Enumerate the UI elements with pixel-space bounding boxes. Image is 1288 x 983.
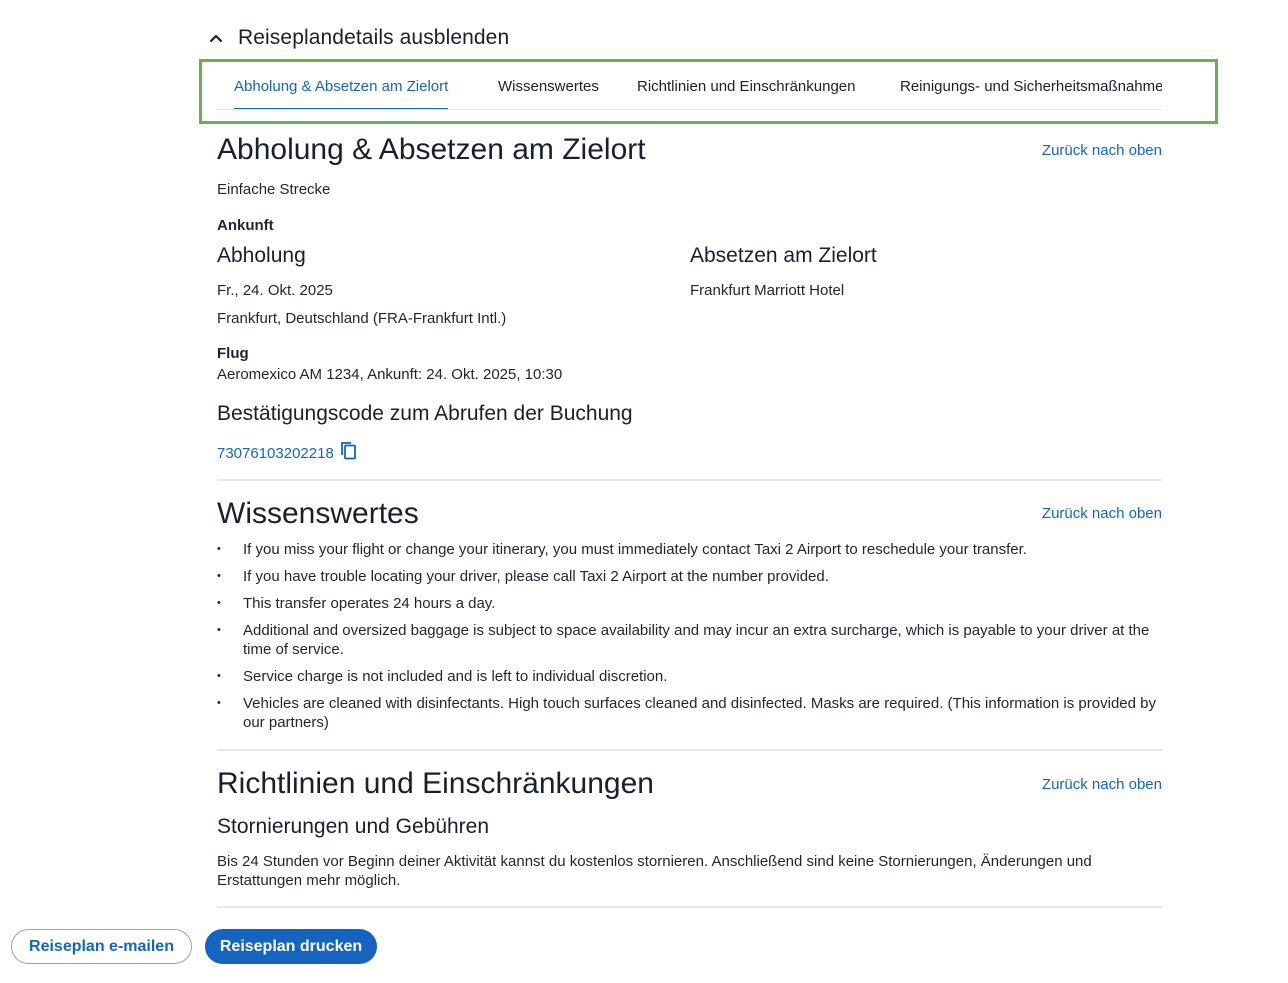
section-title-knowledge: Wissenswertes	[217, 497, 419, 530]
tab-cleaning-safety[interactable]: Reinigungs- und Sicherheitsmaßnahmen	[900, 64, 1162, 109]
arrival-label: Ankunft	[217, 217, 274, 234]
tab-pickup-dropoff[interactable]: Abholung & Absetzen am Zielort	[234, 64, 449, 109]
back-to-top-link[interactable]: Zurück nach oben	[1042, 505, 1162, 522]
section-title-transfer: Abholung & Absetzen am Zielort	[217, 133, 646, 166]
section-title-policies: Richtlinien und Einschränkungen	[217, 767, 654, 800]
back-to-top-link[interactable]: Zurück nach oben	[1042, 776, 1162, 793]
copy-icon[interactable]	[340, 441, 358, 465]
cancellation-policy-text: Bis 24 Stunden vor Beginn deiner Aktivit…	[217, 853, 1092, 889]
list-item: Service charge is not included and is le…	[217, 667, 1162, 686]
tab-policies[interactable]: Richtlinien und Einschränkungen	[637, 64, 855, 109]
chevron-up-icon	[208, 30, 224, 46]
section-divider	[217, 906, 1162, 908]
email-itinerary-button[interactable]: Reiseplan e-mailen	[11, 929, 192, 964]
pickup-heading: Abholung	[217, 244, 306, 267]
section-divider	[217, 749, 1162, 751]
section-tabs: Abholung & Absetzen am Zielort Wissenswe…	[217, 64, 1162, 110]
list-item: Vehicles are cleaned with disinfectants.…	[217, 694, 1162, 732]
print-itinerary-button[interactable]: Reiseplan drucken	[205, 929, 377, 964]
knowledge-list: If you miss your flight or change your i…	[217, 540, 1162, 740]
pickup-location: Frankfurt, Deutschland (FRA-Frankfurt In…	[217, 310, 507, 327]
flight-info: Aeromexico AM 1234, Ankunft: 24. Okt. 20…	[217, 366, 563, 383]
list-item: Additional and oversized baggage is subj…	[217, 621, 1162, 659]
itinerary-details-toggle[interactable]: Reiseplandetails ausblenden	[208, 24, 509, 52]
confirmation-code[interactable]: 73076103202218	[217, 445, 334, 462]
trip-type: Einfache Strecke	[217, 181, 331, 198]
section-divider	[217, 479, 1162, 481]
list-item: If you have trouble locating your driver…	[217, 567, 1162, 586]
pickup-date: Fr., 24. Okt. 2025	[217, 282, 333, 299]
cancellation-heading: Stornierungen und Gebühren	[217, 815, 490, 838]
confirmation-heading: Bestätigungscode zum Abrufen der Buchung	[217, 402, 633, 425]
list-item: This transfer operates 24 hours a day.	[217, 594, 1162, 613]
flight-label: Flug	[217, 345, 249, 362]
confirmation-code-row: 73076103202218	[217, 441, 358, 465]
itinerary-details-toggle-label: Reiseplandetails ausblenden	[238, 26, 510, 49]
back-to-top-link[interactable]: Zurück nach oben	[1042, 142, 1162, 159]
list-item: If you miss your flight or change your i…	[217, 540, 1162, 559]
dropoff-heading: Absetzen am Zielort	[690, 244, 877, 267]
tab-knowledge[interactable]: Wissenswertes	[498, 64, 599, 109]
dropoff-location: Frankfurt Marriott Hotel	[690, 282, 845, 299]
